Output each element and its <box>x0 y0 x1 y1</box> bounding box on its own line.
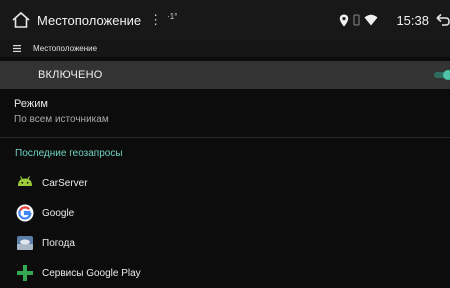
location-switch-label: ВКЛЮЧЕНО <box>38 69 103 81</box>
status-bar: Местоположение ⋮ ·1° 15:38 <box>0 0 450 40</box>
app-item-carserver[interactable]: CarServer <box>0 168 450 198</box>
app-item-weather[interactable]: Погода <box>0 228 450 258</box>
app-item-google[interactable]: Google <box>0 198 450 228</box>
app-toolbar: Местоположение <box>0 40 450 57</box>
app-label: Сервисы Google Play <box>42 267 141 279</box>
app-item-play-services[interactable]: Сервисы Google Play <box>0 258 450 288</box>
location-toggle[interactable] <box>434 70 450 80</box>
location-master-switch[interactable]: ВКЛЮЧЕНО <box>0 61 450 89</box>
status-indicator: ·1° <box>167 11 178 21</box>
wifi-icon <box>364 14 378 26</box>
status-bar-title: Местоположение <box>37 12 142 28</box>
vibrate-icon <box>353 14 360 26</box>
menu-icon[interactable] <box>13 45 21 52</box>
app-label: Погода <box>42 237 75 249</box>
more-options-icon[interactable]: ⋮ <box>149 12 162 28</box>
toggle-thumb <box>443 70 450 80</box>
weather-icon <box>17 236 33 250</box>
home-icon[interactable] <box>11 10 31 30</box>
back-icon[interactable] <box>436 13 450 27</box>
mode-value: По всем источникам <box>14 114 109 125</box>
plus-icon <box>17 265 33 281</box>
mode-title: Режим <box>14 98 48 110</box>
recent-requests-header: Последние геозапросы <box>15 148 123 159</box>
google-icon <box>16 204 34 222</box>
clock: 15:38 <box>396 12 429 28</box>
toolbar-title: Местоположение <box>33 44 98 53</box>
status-right-group: 15:38 <box>339 0 450 40</box>
android-icon <box>18 176 32 186</box>
location-pin-icon <box>340 14 349 26</box>
app-label: Google <box>42 207 75 219</box>
mode-setting[interactable]: Режим По всем источникам <box>0 89 450 138</box>
app-label: CarServer <box>42 177 88 189</box>
